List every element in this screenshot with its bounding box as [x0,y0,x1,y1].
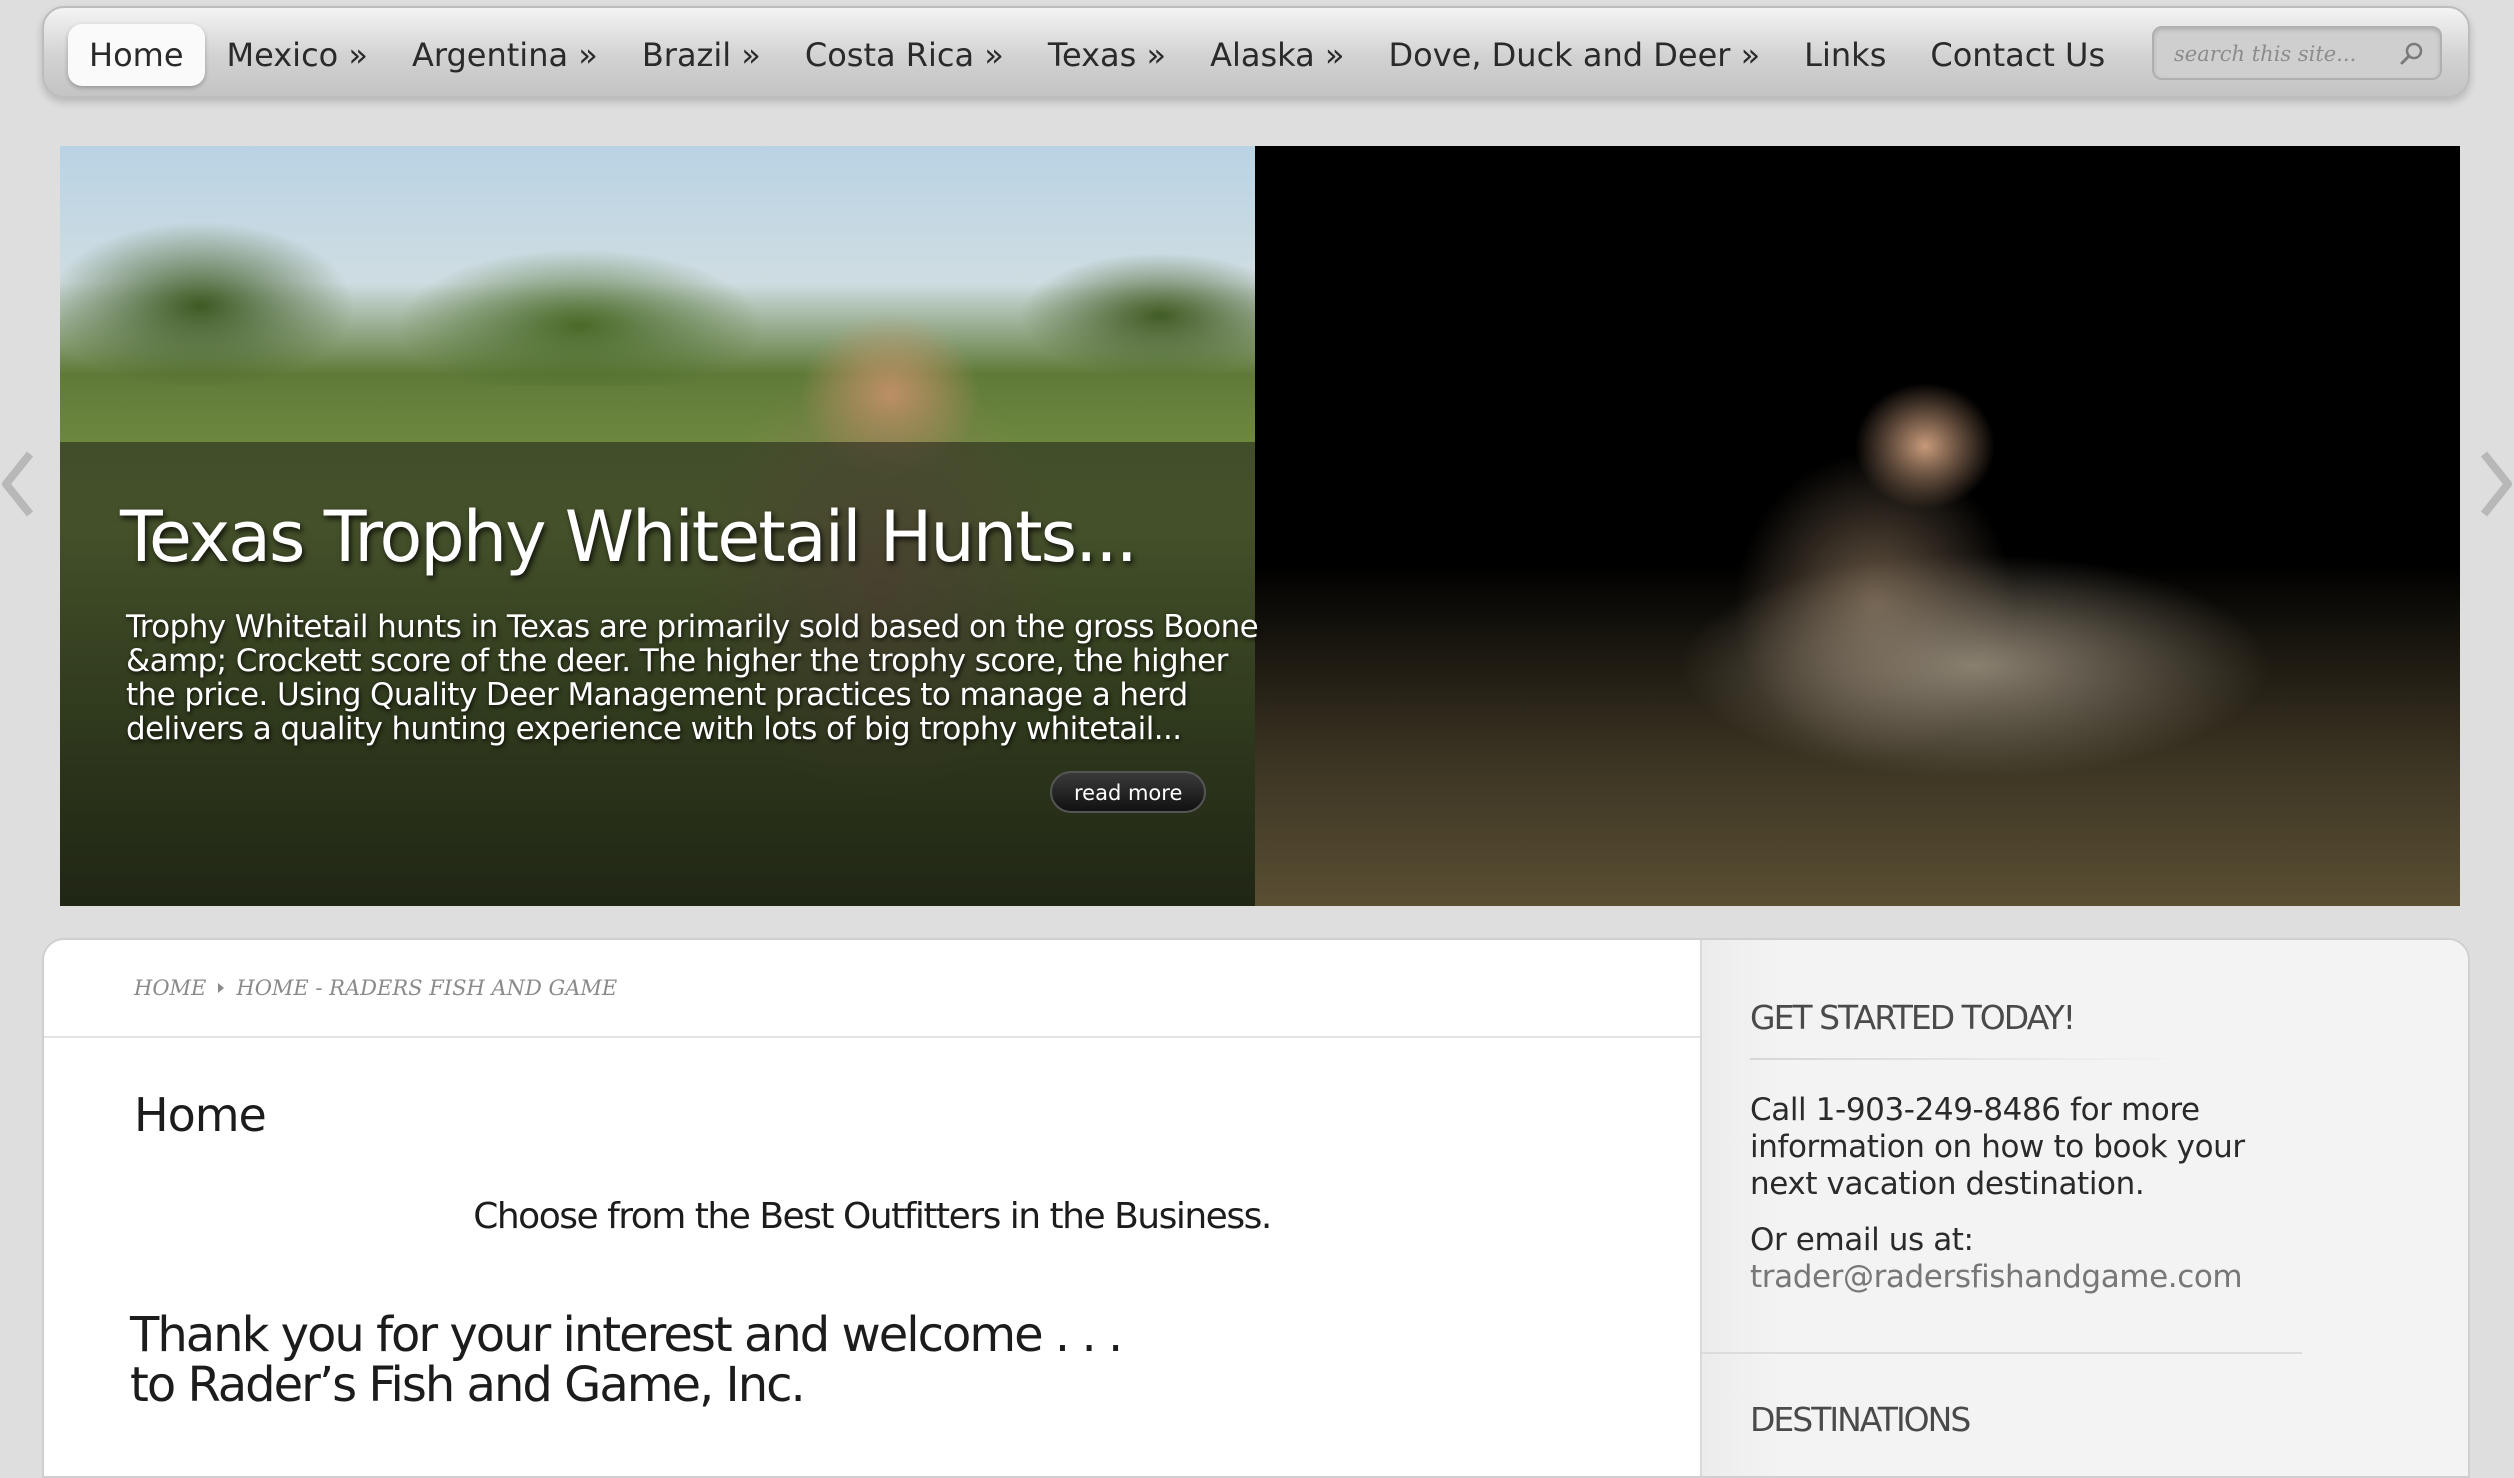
get-started-rule [1750,1058,2190,1060]
breadcrumb-current: HOME - RADERS FISH AND GAME [236,976,618,1000]
nav-menu: Home Mexico » Argentina » Brazil » Costa… [68,24,2127,86]
get-started-text: Call 1-903-249-8486 for more information… [1750,1092,2245,1202]
welcome-heading: Thank you for your interest and welcome … [130,1307,1123,1413]
breadcrumb-home-link[interactable]: HOME [134,976,206,1000]
content-panel: HOME HOME - RADERS FISH AND GAME Home Ch… [42,938,2470,1478]
main-navbar: Home Mexico » Argentina » Brazil » Costa… [42,6,2470,98]
nav-alaska[interactable]: Alaska » [1188,24,1366,86]
nav-brazil[interactable]: Brazil » [620,24,783,86]
nav-mexico[interactable]: Mexico » [205,24,390,86]
read-more-button[interactable]: read more [1050,771,1207,813]
welcome-line-2: to Rader’s Fish and Game, Inc. [130,1357,806,1413]
nav-dove-duck-deer[interactable]: Dove, Duck and Deer » [1366,24,1782,86]
slider-prev-arrow-icon[interactable] [0,448,40,520]
nav-costa-rica[interactable]: Costa Rica » [783,24,1026,86]
breadcrumb: HOME HOME - RADERS FISH AND GAME [134,976,617,1000]
hunter-with-buck-photo [1255,146,2460,906]
featured-slider: Texas Trophy Whitetail Hunts... Trophy W… [60,146,2460,906]
search-box [2152,26,2442,80]
search-input[interactable] [2172,36,2396,72]
slider-next-arrow-icon[interactable] [2474,448,2514,520]
nav-home[interactable]: Home [68,24,205,86]
email-link[interactable]: trader@radersfishandgame.com [1750,1259,2290,1296]
welcome-line-1: Thank you for your interest and welcome … [130,1307,1123,1363]
search-icon[interactable] [2398,40,2426,68]
nav-links[interactable]: Links [1782,24,1908,86]
tree-line-background [60,146,1255,386]
breadcrumb-divider [44,1036,1700,1038]
get-started-title: GET STARTED TODAY! [1750,998,2076,1037]
nav-contact-us[interactable]: Contact Us [1908,24,2127,86]
nav-texas[interactable]: Texas » [1026,24,1188,86]
email-label: Or email us at: [1750,1222,1974,1258]
slide-description: Trophy Whitetail hunts in Texas are prim… [126,609,1259,747]
tagline: Choose from the Best Outfitters in the B… [473,1196,1272,1237]
page-title: Home [134,1088,267,1142]
destinations-title: DESTINATIONS [1750,1400,1971,1439]
breadcrumb-arrow-icon [218,983,225,993]
sidebar-divider [1702,1352,2302,1354]
sidebar: GET STARTED TODAY! Call 1-903-249-8486 f… [1700,940,2468,1476]
nav-argentina[interactable]: Argentina » [390,24,620,86]
slide-title: Texas Trophy Whitetail Hunts... [120,496,1138,578]
